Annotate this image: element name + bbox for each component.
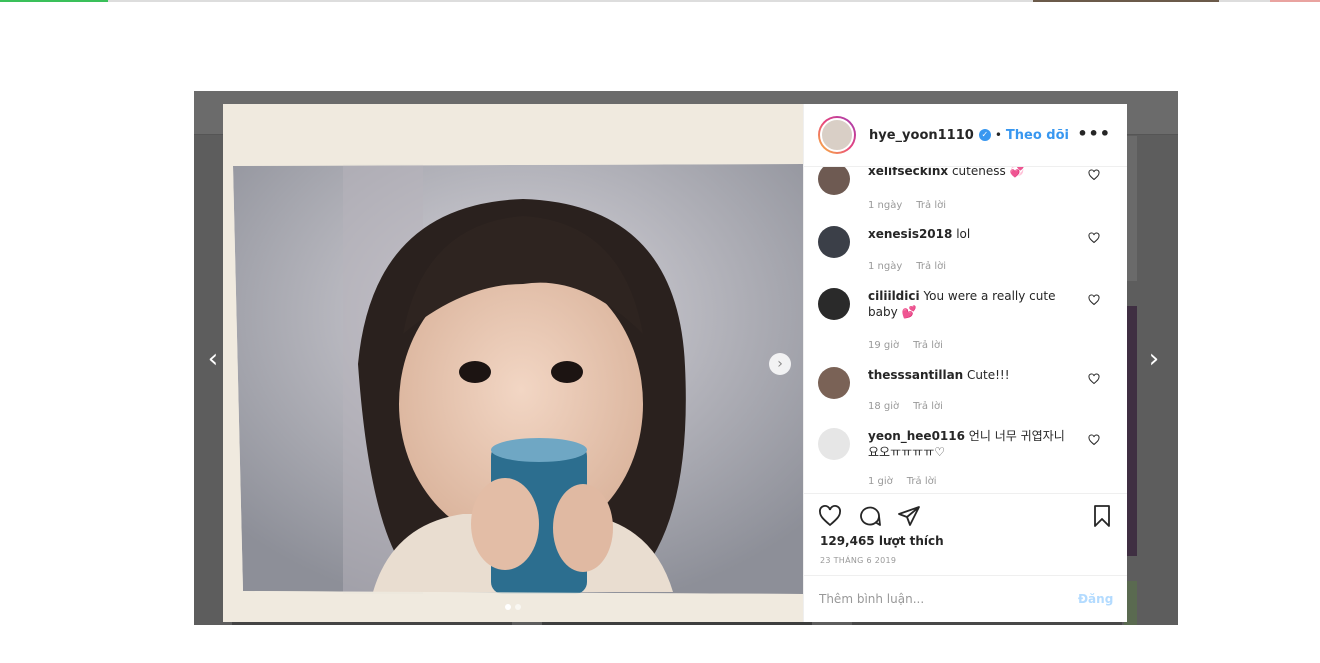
comment-meta: 18 giờ Trả lời bbox=[868, 401, 957, 412]
reply-button[interactable]: Trả lời bbox=[907, 476, 937, 487]
loading-bar bbox=[0, 0, 108, 2]
like-heart-icon[interactable] bbox=[818, 504, 842, 528]
carousel-dots bbox=[505, 604, 521, 610]
commenter-username[interactable]: ciliildici bbox=[868, 289, 920, 303]
reply-button[interactable]: Trả lời bbox=[913, 401, 943, 412]
comment-like-heart-icon[interactable] bbox=[1088, 434, 1100, 446]
save-bookmark-icon[interactable] bbox=[1090, 504, 1114, 528]
comment-meta: 1 ngày Trả lời bbox=[868, 200, 960, 211]
likes-count[interactable]: 129,465 lượt thích bbox=[820, 534, 944, 548]
reply-button[interactable]: Trả lời bbox=[916, 200, 946, 211]
add-comment-bar: Đăng bbox=[804, 575, 1127, 622]
comment-like-heart-icon[interactable] bbox=[1088, 232, 1100, 244]
author-username[interactable]: hye_yoon1110 bbox=[869, 128, 974, 143]
commenter-username[interactable]: xelifseckinx bbox=[868, 167, 948, 178]
comment-time[interactable]: 1 ngày bbox=[868, 200, 902, 211]
comment-time[interactable]: 1 ngày bbox=[868, 261, 902, 272]
comment-time[interactable]: 1 giờ bbox=[868, 476, 893, 487]
comment-meta: 1 ngày Trả lời bbox=[868, 261, 960, 272]
post-actions: 129,465 lượt thích 23 THÁNG 6 2019 bbox=[804, 493, 1127, 575]
browser-top-strip bbox=[0, 0, 1320, 2]
comment-meta: 1 giờ Trả lời bbox=[868, 476, 951, 487]
comment-icon[interactable] bbox=[858, 504, 882, 528]
comment-text: xenesis2018 lol bbox=[868, 226, 1068, 242]
post-header: hye_yoon1110 ✓ • Theo dõi ••• bbox=[804, 104, 1127, 167]
comment-text: yeon_hee0116 언니 너무 귀엽자니요오ㅠㅠㅠㅠ♡ bbox=[868, 428, 1068, 460]
follow-button[interactable]: Theo dõi bbox=[1006, 128, 1069, 143]
comment-message: Cute!!! bbox=[967, 368, 1010, 382]
post-photo[interactable]: › bbox=[223, 104, 803, 622]
comment-text: thesssantillan Cute!!! bbox=[868, 367, 1068, 383]
commenter-username[interactable]: xenesis2018 bbox=[868, 227, 952, 241]
commenter-avatar[interactable] bbox=[818, 428, 850, 460]
separator: • bbox=[994, 128, 1002, 142]
post-comment-button[interactable]: Đăng bbox=[1078, 592, 1113, 606]
previous-post-button[interactable]: ‹ bbox=[201, 344, 225, 374]
comment-like-heart-icon[interactable] bbox=[1088, 169, 1100, 181]
share-icon[interactable] bbox=[897, 504, 921, 528]
more-options-icon[interactable]: ••• bbox=[1077, 124, 1111, 143]
comment-message: cuteness 💞 bbox=[951, 167, 1025, 178]
comment-like-heart-icon[interactable] bbox=[1088, 294, 1100, 306]
comment-message: lol bbox=[956, 227, 971, 241]
author-avatar[interactable] bbox=[818, 116, 856, 154]
comments-list[interactable]: xelifseckinx cuteness 💞 1 ngày Trả lời xene… bbox=[804, 167, 1127, 493]
carousel-dot bbox=[515, 604, 521, 610]
tab-strip-thumb bbox=[1033, 0, 1219, 2]
reply-button[interactable]: Trả lời bbox=[913, 340, 943, 351]
post-date[interactable]: 23 THÁNG 6 2019 bbox=[820, 556, 896, 565]
commenter-avatar[interactable] bbox=[818, 288, 850, 320]
next-post-button[interactable]: › bbox=[1142, 344, 1166, 374]
comment-meta: 19 giờ Trả lời bbox=[868, 340, 957, 351]
commenter-avatar[interactable] bbox=[818, 226, 850, 258]
post-photo-image bbox=[223, 104, 803, 622]
comment-text: xelifseckinx cuteness 💞 bbox=[868, 167, 1068, 179]
comment-input[interactable] bbox=[819, 590, 1059, 608]
commenter-username[interactable]: yeon_hee0116 bbox=[868, 429, 965, 443]
verified-badge-icon: ✓ bbox=[978, 129, 991, 141]
tab-strip-thumb bbox=[1270, 0, 1320, 2]
commenter-avatar[interactable] bbox=[818, 367, 850, 399]
comment-time[interactable]: 19 giờ bbox=[868, 340, 899, 351]
commenter-avatar[interactable] bbox=[818, 167, 850, 195]
commenter-username[interactable]: thesssantillan bbox=[868, 368, 963, 382]
post-sidebar: hye_yoon1110 ✓ • Theo dõi ••• xelifsecki… bbox=[803, 104, 1127, 622]
comment-time[interactable]: 18 giờ bbox=[868, 401, 899, 412]
reply-button[interactable]: Trả lời bbox=[916, 261, 946, 272]
post-modal: › hye_yoon1110 ✓ • Theo dõi ••• xelifsec… bbox=[223, 104, 1127, 622]
comment-text: ciliildici You were a really cute baby 💕 bbox=[868, 288, 1068, 320]
carousel-next-button[interactable]: › bbox=[769, 353, 791, 375]
comment-like-heart-icon[interactable] bbox=[1088, 373, 1100, 385]
carousel-dot bbox=[505, 604, 511, 610]
